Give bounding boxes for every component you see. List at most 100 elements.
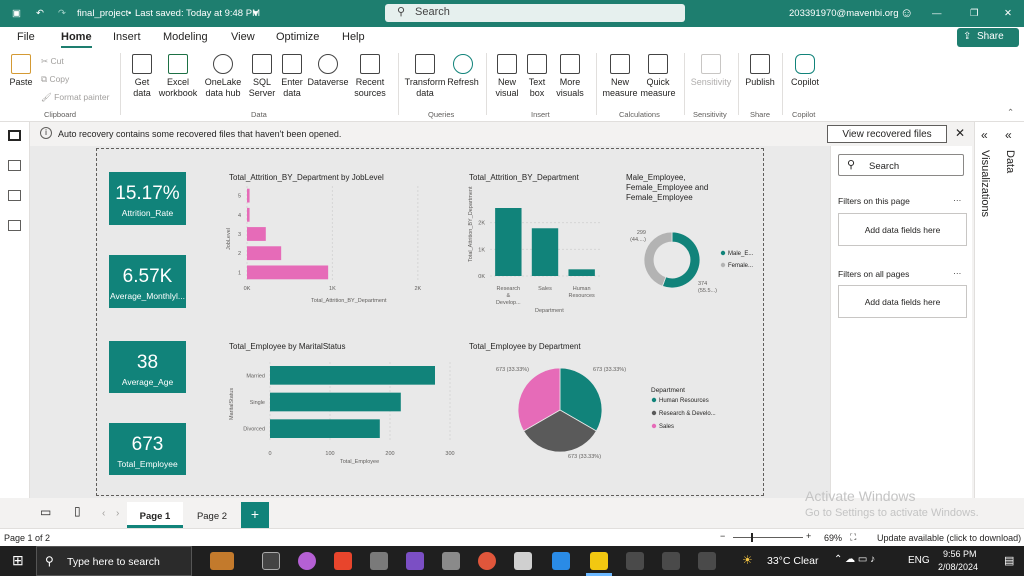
chart-joblevel[interactable]: 0K 1K 2K 5 4 3 2 1 (238, 186, 457, 292)
chevron-down-icon[interactable]: ▾ (253, 8, 258, 19)
taskbar-app-icon[interactable] (662, 552, 680, 570)
card-average-monthly-income[interactable]: 6.57K Average_Monthlyl... (109, 255, 186, 308)
excel-workbook-button[interactable]: Excel workbook (158, 53, 198, 99)
copy-button[interactable]: ⧉ Copy (41, 74, 69, 85)
clock-date[interactable]: 2/08/2024 (938, 562, 978, 572)
paste-button[interactable]: Paste (6, 53, 36, 88)
taskbar-search[interactable]: ⚲ Type here to search (36, 546, 192, 576)
menu-view[interactable]: View (231, 31, 255, 43)
taskbar-app-icon[interactable] (442, 552, 460, 570)
sensitivity-button[interactable]: Sensitivity (688, 53, 734, 88)
taskbar-app-icon[interactable] (626, 552, 644, 570)
zoom-in-icon[interactable]: + (806, 531, 811, 541)
powerbi-icon[interactable] (590, 552, 608, 570)
weather-icon[interactable]: ☀ (742, 553, 753, 567)
restore-icon[interactable]: ❐ (970, 8, 979, 19)
saved-status[interactable]: Last saved: Today at 9:48 PM (135, 8, 260, 19)
page-tab-2[interactable]: Page 2 (186, 502, 238, 528)
close-icon[interactable]: ✕ (1004, 8, 1012, 19)
notifications-icon[interactable]: ▤ (1004, 554, 1014, 567)
cut-button[interactable]: ✂ Cut (41, 56, 64, 67)
transform-data-button[interactable]: Transform data (404, 53, 446, 99)
tray-icons[interactable]: ⌃ ☁ ▭ ♪ (834, 554, 875, 565)
page-tab-1[interactable]: Page 1 (127, 502, 183, 528)
minimize-icon[interactable]: — (932, 8, 942, 19)
taskbar-app-icon[interactable] (698, 552, 716, 570)
file-explorer-icon[interactable] (370, 552, 388, 570)
dax-query-icon[interactable] (8, 220, 21, 231)
chart-attrition-dept[interactable]: 0K 1K 2K Research & Develop... Sales Human Resou… (478, 196, 602, 308)
redo-icon[interactable]: ↷ (58, 8, 66, 19)
chevron-left-icon[interactable]: ‹ (102, 508, 105, 519)
taskbar-app-icon[interactable] (514, 552, 532, 570)
language-indicator[interactable]: ENG (908, 555, 930, 566)
new-measure-button[interactable]: New measure (602, 53, 638, 99)
windows-start-icon[interactable]: ⊞ (12, 552, 24, 569)
menu-optimize[interactable]: Optimize (276, 31, 319, 43)
refresh-button[interactable]: Refresh (447, 53, 479, 88)
menu-file[interactable]: File (17, 31, 35, 43)
zoom-out-icon[interactable]: − (720, 531, 725, 541)
copilot-button[interactable]: Copilot (787, 53, 823, 88)
publish-button[interactable]: Publish (742, 53, 778, 88)
account-icon[interactable]: ☺ (900, 5, 913, 20)
view-recovered-files-button[interactable]: View recovered files (827, 125, 947, 143)
model-view-icon[interactable] (8, 190, 21, 201)
menu-insert[interactable]: Insert (113, 31, 141, 43)
chart-marital[interactable]: 0 100 200 300 Married Single Divorced (238, 362, 458, 460)
task-view-icon[interactable] (262, 552, 280, 570)
more-visuals-button[interactable]: More visuals (551, 53, 589, 99)
enter-data-button[interactable]: Enter data (279, 53, 305, 99)
data-tab[interactable]: Data (1004, 150, 1016, 173)
brave-browser-icon[interactable] (334, 552, 352, 570)
visual-studio-icon[interactable] (406, 552, 424, 570)
chevron-right-icon[interactable]: › (116, 508, 119, 519)
clock-time[interactable]: 9:56 PM (943, 549, 977, 559)
taskbar-app-icon[interactable] (478, 552, 496, 570)
format-painter-button[interactable]: 🖌 Format painter (41, 92, 109, 103)
update-available[interactable]: Update available (click to download) (877, 533, 1021, 543)
visualizations-tab[interactable]: Visualizations (979, 150, 991, 217)
menu-modeling[interactable]: Modeling (163, 31, 208, 43)
menu-home[interactable]: Home (61, 31, 92, 48)
save-icon[interactable]: ▣ (12, 8, 21, 19)
add-page-button[interactable]: + (241, 502, 269, 528)
filter-search-input[interactable]: ⚲ Search (838, 154, 964, 176)
onelake-button[interactable]: OneLake data hub (200, 53, 246, 99)
ribbon-collapse-icon[interactable]: ⌃ (1007, 107, 1014, 118)
title-search[interactable]: ⚲ Search (385, 4, 685, 22)
card-average-age[interactable]: 38 Average_Age (109, 341, 186, 393)
card-total-employee[interactable]: 673 Total_Employee (109, 423, 186, 475)
zoom-slider[interactable] (733, 537, 803, 538)
zoom-slider-thumb[interactable] (751, 533, 753, 542)
new-visual-button[interactable]: New visual (492, 53, 522, 99)
add-data-fields-page[interactable]: Add data fields here (838, 213, 967, 246)
account-email[interactable]: 203391970@mavenbi.org (789, 8, 898, 19)
collapse-data-icon[interactable]: « (1005, 128, 1012, 142)
desktop-view-icon[interactable]: ▭ (40, 505, 51, 519)
dataverse-button[interactable]: Dataverse (307, 53, 349, 88)
close-notification-icon[interactable]: ✕ (955, 126, 965, 140)
card-attrition-rate[interactable]: 15.17% Attrition_Rate (109, 172, 186, 225)
weather-text[interactable]: 33°C Clear (767, 555, 818, 567)
report-view-icon[interactable] (8, 130, 21, 141)
more-options-icon[interactable]: … (953, 266, 962, 276)
fit-page-icon[interactable]: ⛶ (850, 532, 856, 543)
copilot-taskbar-icon[interactable] (298, 552, 316, 570)
chart-gender[interactable]: 374 (55.5...) 299 (44....) Male_E... Female..… (620, 222, 770, 300)
menu-help[interactable]: Help (342, 31, 365, 43)
add-data-fields-all[interactable]: Add data fields here (838, 285, 967, 318)
undo-icon[interactable]: ↶ (36, 8, 44, 19)
text-box-button[interactable]: Text box (524, 53, 550, 99)
more-options-icon[interactable]: … (953, 193, 962, 203)
taskbar-app-icon[interactable] (210, 552, 234, 570)
share-button[interactable]: ⇪ Share (957, 28, 1019, 47)
table-view-icon[interactable] (8, 160, 21, 171)
recent-sources-button[interactable]: Recent sources (350, 53, 390, 99)
vscode-icon[interactable] (552, 552, 570, 570)
mobile-view-icon[interactable]: ▯ (74, 504, 81, 518)
collapse-icon[interactable]: « (981, 128, 988, 142)
sql-server-button[interactable]: SQL Server (248, 53, 276, 99)
quick-measure-button[interactable]: Quick measure (639, 53, 677, 99)
get-data-button[interactable]: Get data (126, 53, 158, 99)
